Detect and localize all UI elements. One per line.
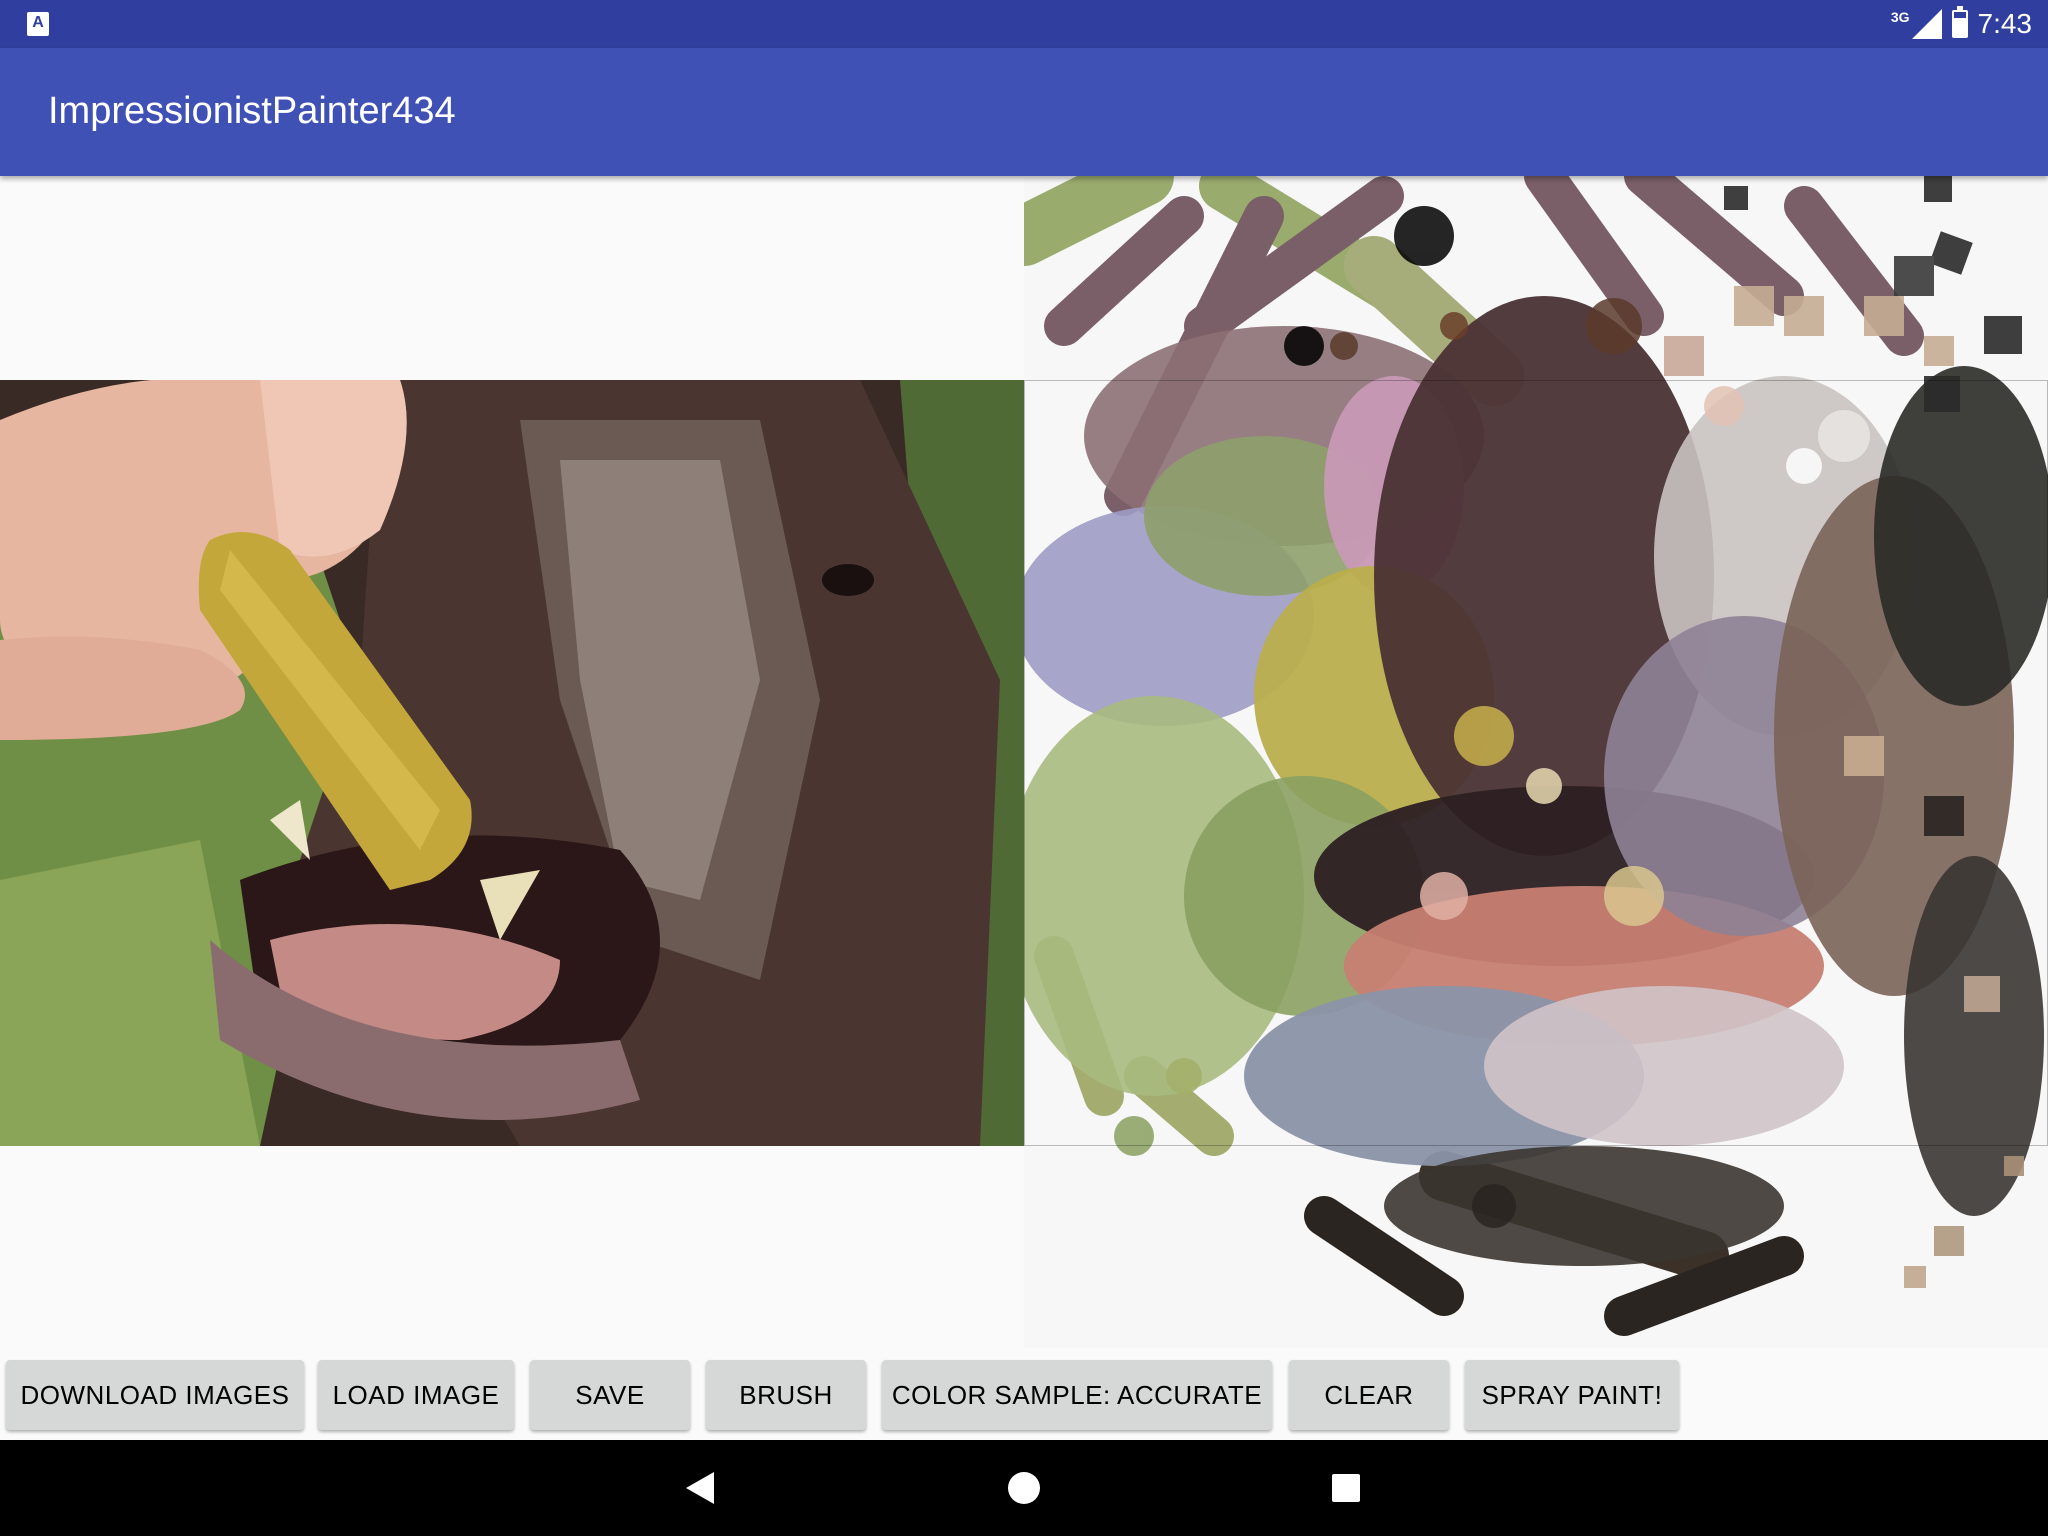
battery-icon xyxy=(1951,6,1968,38)
load-image-button[interactable]: LOAD IMAGE xyxy=(318,1360,514,1430)
app-bar: ImpressionistPainter434 xyxy=(0,48,2048,176)
back-icon[interactable] xyxy=(686,1472,714,1504)
navigation-bar xyxy=(0,1440,2048,1536)
save-button[interactable]: SAVE xyxy=(530,1360,690,1430)
color-sample-button[interactable]: COLOR SAMPLE: ACCURATE xyxy=(882,1360,1272,1430)
source-image[interactable] xyxy=(0,378,1024,1146)
status-indicators: 3G 7:43 xyxy=(1891,0,2032,48)
home-icon[interactable] xyxy=(1008,1472,1040,1504)
network-type-label: 3G xyxy=(1890,9,1910,25)
download-images-button[interactable]: DOWNLOAD IMAGES xyxy=(6,1360,304,1430)
clear-button[interactable]: CLEAR xyxy=(1289,1360,1449,1430)
brush-button[interactable]: BRUSH xyxy=(706,1360,866,1430)
clock: 7:43 xyxy=(1977,8,2033,39)
app-title: ImpressionistPainter434 xyxy=(48,90,456,132)
painting-canvas[interactable] xyxy=(1024,176,2048,1348)
toolbar: DOWNLOAD IMAGES LOAD IMAGE SAVE BRUSH CO… xyxy=(0,1352,2048,1440)
dog-photo xyxy=(0,378,1024,1146)
spray-paint-button[interactable]: SPRAY PAINT! xyxy=(1465,1360,1679,1430)
signal-icon xyxy=(1911,9,1942,39)
app-notification-icon: A xyxy=(27,12,49,36)
status-bar: A 3G 7:43 xyxy=(0,0,2048,48)
impressionist-painting xyxy=(1024,176,2048,1336)
recents-icon[interactable] xyxy=(1332,1474,1360,1502)
